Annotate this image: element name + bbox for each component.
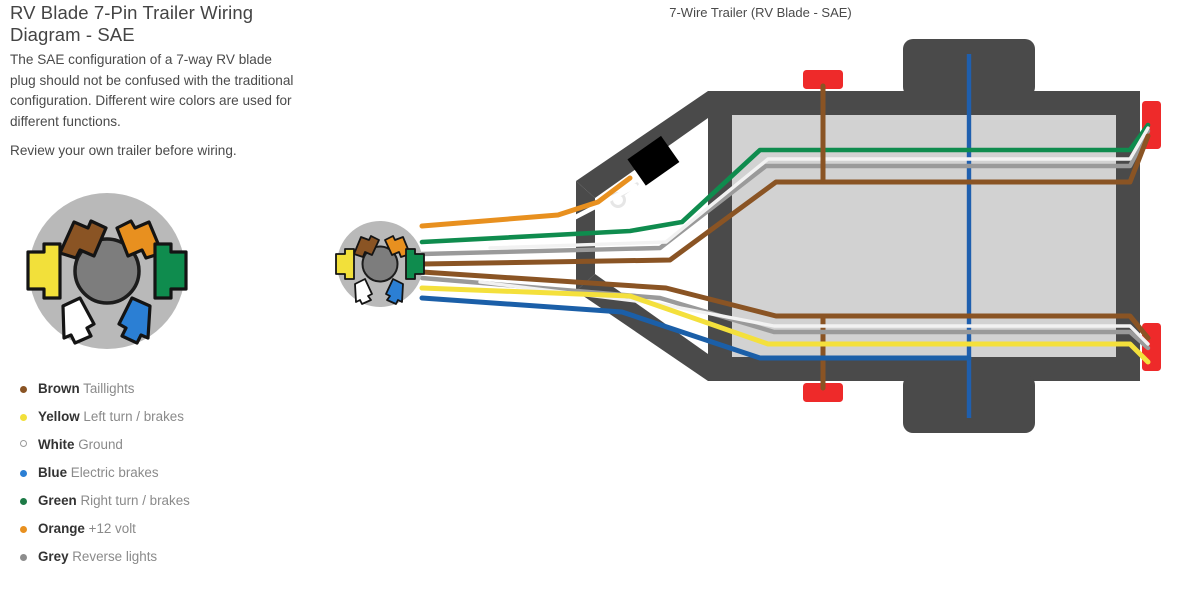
page-title: RV Blade 7-Pin Trailer Wiring Diagram - … <box>10 2 254 45</box>
legend-color-desc: Electric brakes <box>70 465 159 480</box>
legend-dot-green <box>20 498 27 505</box>
legend-color-name: Orange <box>38 521 85 536</box>
info-panel: RV Blade 7-Pin Trailer Wiring Diagram - … <box>10 0 310 593</box>
legend-item-white: White Ground <box>16 431 316 459</box>
connector-plug-diagram <box>18 188 202 358</box>
legend-item-green: Green Right turn / brakes <box>16 487 316 515</box>
wire-color-legend: Brown Taillights Yellow Left turn / brak… <box>16 375 316 571</box>
legend-dot-grey <box>20 554 27 561</box>
legend-color-desc: Ground <box>78 437 123 452</box>
plug-pin-yellow <box>26 242 62 300</box>
trailer-caption: 7-Wire Trailer (RV Blade - SAE) <box>669 5 852 20</box>
legend-dot-yellow <box>20 414 27 421</box>
legend-dot-blue <box>20 470 27 477</box>
legend-item-grey: Grey Reverse lights <box>16 543 316 571</box>
legend-color-desc: Right turn / brakes <box>80 493 190 508</box>
plug-pin-green <box>153 242 188 300</box>
legend-color-name: Yellow <box>38 409 80 424</box>
legend-color-desc: Reverse lights <box>72 549 158 564</box>
legend-dot-orange <box>20 526 27 533</box>
small-plug-pin-green <box>405 248 425 280</box>
legend-color-desc: +12 volt <box>88 521 136 536</box>
legend-color-desc: Left turn / brakes <box>83 409 184 424</box>
legend-color-name: Green <box>38 493 77 508</box>
legend-color-name: Blue <box>38 465 68 480</box>
intro-paragraph: The SAE configuration of a 7-way RV blad… <box>10 52 294 129</box>
legend-item-blue: Blue Electric brakes <box>16 459 316 487</box>
trailer-wiring-figure: 7-Wire Trailer (RV Blade - SAE) <box>330 0 1191 470</box>
trailer-connector-plug <box>335 221 425 307</box>
legend-color-desc: Taillights <box>83 381 135 396</box>
legend-color-name: Brown <box>38 381 80 396</box>
small-plug-pin-yellow <box>335 248 355 280</box>
legend-color-name: White <box>38 437 75 452</box>
white-wire <box>419 183 638 237</box>
legend-color-name: Grey <box>38 549 69 564</box>
legend-item-yellow: Yellow Left turn / brakes <box>16 403 316 431</box>
legend-dot-brown <box>20 386 27 393</box>
legend-item-brown: Brown Taillights <box>16 375 316 403</box>
legend-dot-white <box>20 440 27 447</box>
review-note: Review your own trailer before wiring. <box>10 143 237 158</box>
legend-item-orange: Orange +12 volt <box>16 515 316 543</box>
